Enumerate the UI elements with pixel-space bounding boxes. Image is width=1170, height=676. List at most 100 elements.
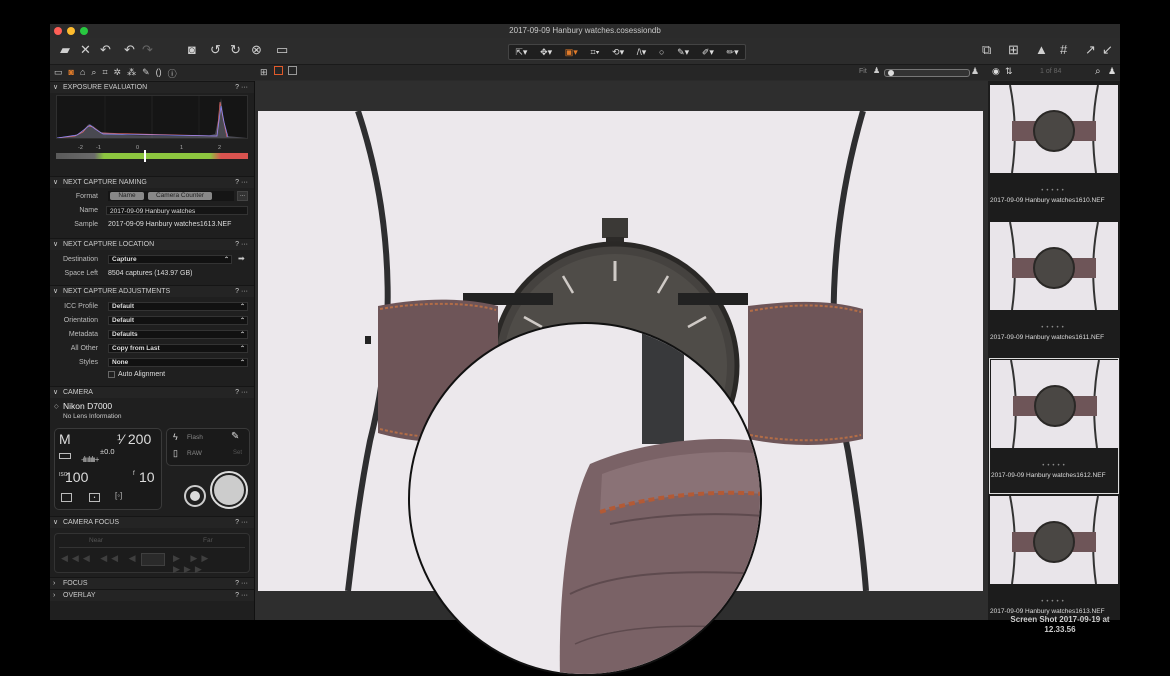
select-tool-icon[interactable]: ⇱▾ [515, 47, 527, 58]
warning-icon[interactable]: ▲ [1035, 43, 1048, 57]
set-label[interactable]: Set [233, 450, 242, 456]
eye-icon[interactable]: ◉ [992, 66, 1000, 77]
capture-tab-icon[interactable]: ◙ [69, 67, 74, 80]
local-tab-icon[interactable]: () [156, 67, 162, 80]
single-shot-icon[interactable] [61, 493, 72, 502]
delete-icon[interactable]: ✕ [80, 43, 91, 57]
focus-near-arrows-icon[interactable]: ◀◀◀ ◀◀ ◀ [61, 553, 140, 564]
zoom-slider[interactable] [884, 69, 970, 77]
live-view-icon[interactable]: ▭ [276, 43, 288, 57]
thumbnail-image[interactable] [990, 496, 1118, 584]
capture-shutter-button[interactable] [210, 471, 248, 509]
exposure-evaluation-header[interactable]: ∨ EXPOSURE EVALUATION? ··· [50, 81, 254, 93]
color-tab-icon[interactable]: ⁂ [127, 67, 136, 80]
next-capture-adjustments-header[interactable]: ∨ NEXT CAPTURE ADJUSTMENTS? ··· [50, 285, 254, 297]
icc-profile-select[interactable]: Default [108, 302, 248, 311]
next-capture-location-header[interactable]: ∨ NEXT CAPTURE LOCATION? ··· [50, 238, 254, 250]
thumbnail-selected[interactable]: 2017-09-09 Hanbury watches1612.NEF ••••• [989, 358, 1119, 494]
rating-dots[interactable]: ••••• [990, 463, 1120, 469]
user-filter-icon[interactable]: ♟ [1108, 66, 1116, 77]
shutter-speed[interactable]: ¹⁄ 200 [117, 431, 151, 447]
compare-view-icon[interactable] [288, 66, 297, 75]
auto-alignment-checkbox[interactable] [108, 371, 115, 378]
crop-tool-icon[interactable]: ⌗▾ [591, 47, 600, 58]
undo-all-icon[interactable]: ↶ [100, 43, 111, 57]
grid-overlay-icon[interactable]: # [1060, 43, 1067, 57]
composition-tab-icon[interactable]: ⌗ [102, 67, 107, 80]
metering-icon[interactable]: [◦] [115, 491, 122, 500]
focus-af-button[interactable] [141, 553, 165, 566]
reset-icon[interactable]: ⊗ [251, 43, 262, 57]
aperture-value[interactable]: 10 [139, 469, 155, 485]
exposure-tab-icon[interactable]: ✲ [114, 67, 122, 80]
format-field[interactable]: Name Camera Counter [108, 191, 234, 201]
loupe-tool-icon[interactable]: ▣▾ [565, 47, 578, 58]
undo-icon[interactable]: ↶ [124, 43, 135, 57]
import-icon[interactable]: ▰ [60, 43, 70, 57]
iso-value[interactable]: 100 [65, 469, 88, 485]
capture-icon[interactable]: ◙ [188, 43, 196, 57]
metadata-select[interactable]: Defaults [108, 330, 248, 339]
styles-select[interactable]: None [108, 358, 248, 367]
flash-icon: ϟ [173, 432, 178, 442]
eyedropper-icon[interactable]: ✎ [231, 431, 239, 442]
destination-arrow-icon[interactable]: ➡ [238, 254, 245, 263]
thumbnail-image[interactable] [990, 85, 1118, 173]
camera-model[interactable]: Nikon D7000 [63, 401, 112, 411]
grid-view-icon[interactable]: ⊞ [260, 67, 268, 78]
camera-settings-box: M ¹⁄ 200 ±0.0 -ılııılıılıı+ ISO 100 f 10… [54, 428, 162, 510]
grid-icon[interactable]: ⊞ [1008, 43, 1019, 57]
all-other-select[interactable]: Copy from Last [108, 344, 248, 353]
thumbnail[interactable]: 2017-09-09 Hanbury watches1611.NEF ••••• [989, 221, 1119, 357]
collapse-icon[interactable]: ↙ [1102, 43, 1113, 57]
search-icon[interactable]: ⌕ [1095, 66, 1101, 77]
search-tab-icon[interactable]: ⌕ [91, 67, 96, 80]
loupe-magnifier[interactable] [408, 322, 762, 676]
video-button[interactable] [184, 485, 206, 507]
lens-tab-icon[interactable]: ⌂ [80, 67, 85, 80]
single-view-icon[interactable] [274, 66, 283, 75]
copy-apply-icon[interactable]: ⧉ [982, 43, 991, 57]
keystone-tool-icon[interactable]: /\▾ [637, 47, 647, 58]
camera-focus-header[interactable]: ∨ CAMERA FOCUS? ··· [50, 516, 254, 528]
sort-icon[interactable]: ⇅ [1005, 66, 1013, 77]
focus-header[interactable]: › FOCUS? ··· [50, 577, 254, 589]
flash-label[interactable]: Flash [187, 434, 203, 441]
rating-dots[interactable]: ••••• [989, 325, 1119, 331]
thumbnail[interactable]: 2017-09-09 Hanbury watches1610.NEF ••••• [989, 84, 1119, 220]
rotate-left-icon[interactable]: ↺ [210, 43, 221, 57]
af-point-icon[interactable]: • [89, 493, 100, 502]
expand-icon[interactable]: ↗ [1085, 43, 1096, 57]
erase-mask-icon[interactable]: ✐▾ [702, 47, 714, 58]
name-token[interactable]: Name [110, 192, 144, 200]
name-input[interactable]: 2017-09-09 Hanbury watches [106, 206, 248, 215]
pan-tool-icon[interactable]: ✥▾ [540, 47, 552, 58]
details-tab-icon[interactable]: ✎ [142, 67, 150, 80]
fill-mask-icon[interactable]: ✏▾ [727, 47, 739, 58]
camera-header[interactable]: ∨ CAMERA? ··· [50, 386, 254, 398]
desktop-file-label[interactable]: Screen Shot 2017-09-19 at 12.33.56 [1000, 615, 1120, 635]
thumbnail-image[interactable] [991, 360, 1119, 448]
info-tab-icon[interactable]: ⓘ [168, 67, 177, 80]
thumbnail-image[interactable] [990, 222, 1118, 310]
redo-icon[interactable]: ↷ [142, 43, 153, 57]
exposure-compensation[interactable]: ±0.0 [100, 447, 115, 456]
rating-dots[interactable]: ••••• [989, 188, 1119, 194]
library-tab-icon[interactable]: ▭ [54, 67, 63, 80]
spot-tool-icon[interactable]: ○ [659, 47, 664, 57]
rotate-tool-icon[interactable]: ⟲▾ [612, 47, 624, 58]
camera-select-icon[interactable]: ◇ [54, 403, 59, 410]
format-more-button[interactable]: ... [237, 191, 248, 201]
focus-far-arrows-icon[interactable]: ▶ ▶▶ ▶▶▶ [173, 553, 249, 575]
orientation-select[interactable]: Default [108, 316, 248, 325]
exposure-mode[interactable]: M [59, 431, 71, 447]
thumbnail[interactable]: 2017-09-09 Hanbury watches1613.NEF ••••• [989, 495, 1119, 620]
draw-mask-icon[interactable]: ✎▾ [677, 47, 689, 58]
rating-dots[interactable]: ••••• [989, 599, 1119, 605]
overlay-header[interactable]: › OVERLAY? ··· [50, 589, 254, 601]
rotate-right-icon[interactable]: ↻ [230, 43, 241, 57]
camera-counter-token[interactable]: Camera Counter [148, 192, 212, 200]
raw-label[interactable]: RAW [187, 450, 202, 457]
next-capture-naming-header[interactable]: ∨ NEXT CAPTURE NAMING? ··· [50, 176, 254, 188]
destination-select[interactable]: Capture [108, 255, 232, 264]
